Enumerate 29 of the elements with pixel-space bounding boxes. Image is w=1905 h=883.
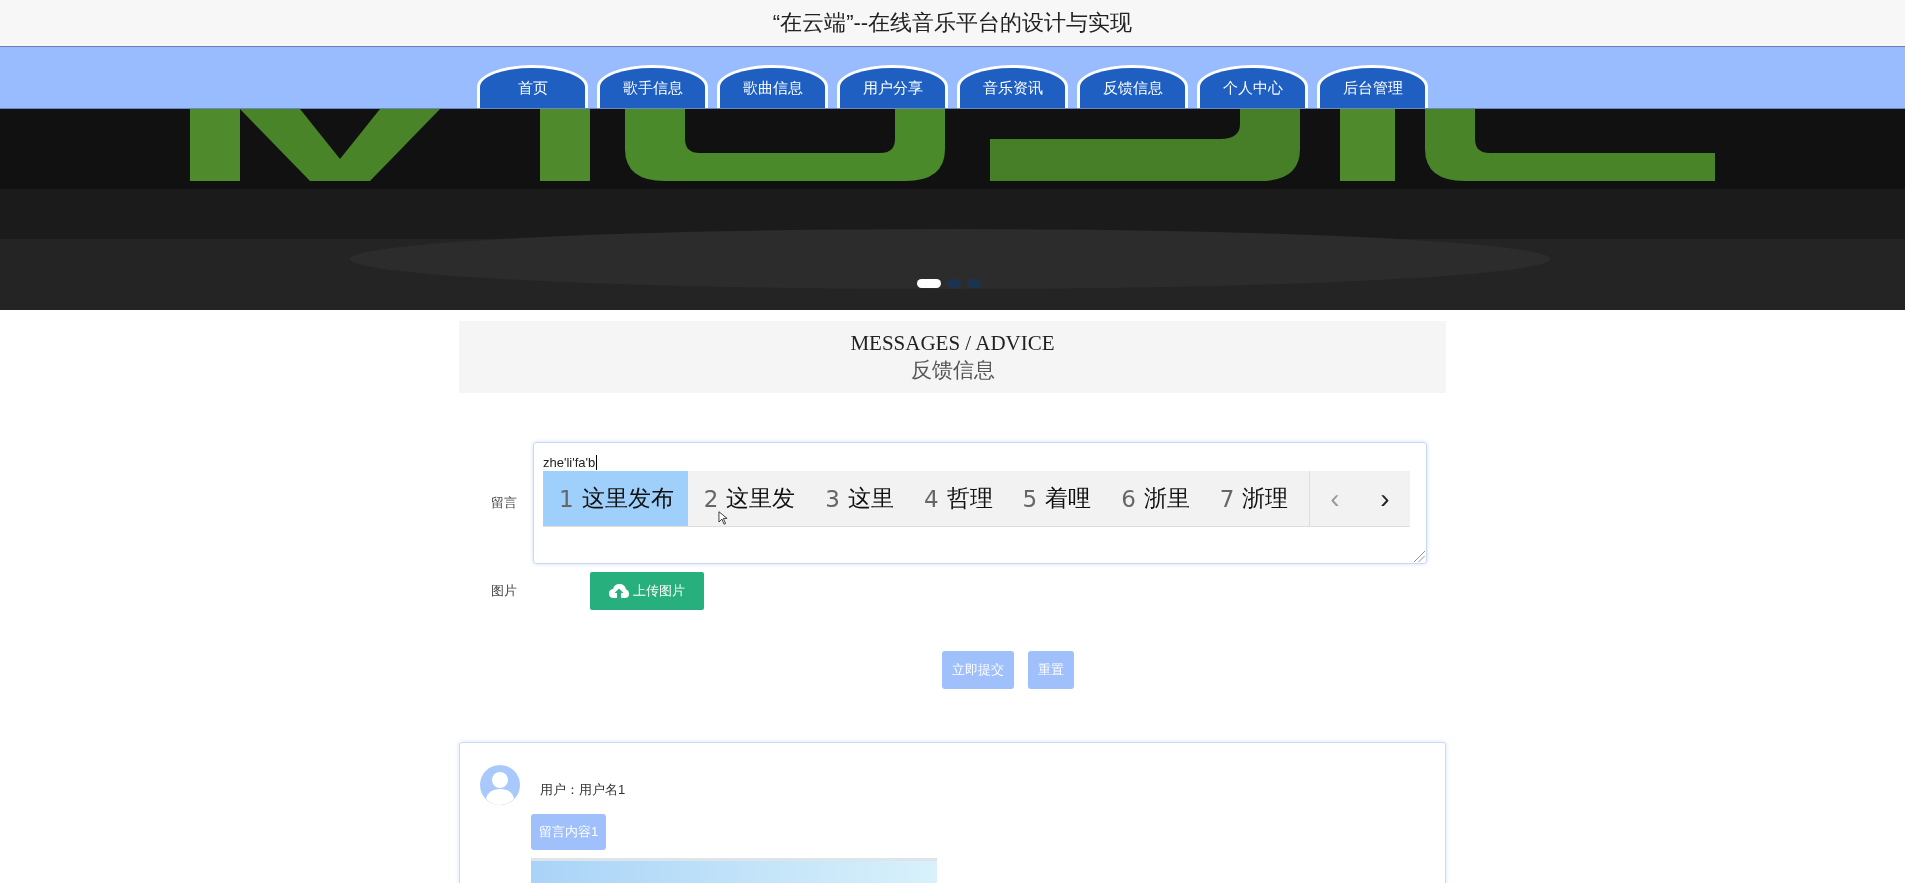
section-title: MESSAGES / ADVICE xyxy=(850,330,1055,356)
nav-tab[interactable]: 歌曲信息 xyxy=(717,65,828,108)
ime-candidate[interactable]: 2 这里发 xyxy=(687,471,810,526)
ime-candidate[interactable]: 4 哲理 xyxy=(907,471,1007,526)
next-page-button[interactable]: › xyxy=(1360,471,1410,526)
comment-user: 用户：用户名1 xyxy=(540,781,626,799)
avatar-icon xyxy=(480,765,520,805)
ime-candidate[interactable]: 1 这里发布 xyxy=(543,471,688,526)
section-subtitle: 反馈信息 xyxy=(910,356,995,383)
nav-tab[interactable]: 后台管理 xyxy=(1317,65,1428,108)
field-label: 留言 xyxy=(490,494,518,512)
resize-grip-icon xyxy=(1414,551,1425,562)
ime-candidate[interactable]: 3 这里 xyxy=(809,471,908,526)
site-title: “在云端”--在线音乐平台的设计与实现 xyxy=(772,9,1133,37)
comment-content: 留言内容1 xyxy=(531,814,607,850)
mouse-cursor-icon xyxy=(718,511,728,525)
nav-tab[interactable]: 用户分享 xyxy=(837,65,948,108)
nav-tab[interactable]: 歌手信息 xyxy=(597,65,708,108)
ime-candidate[interactable]: 5 着哩 xyxy=(1006,471,1106,526)
message-field[interactable]: zhe'li'fa'b 1 这里发布 2 这里发 3 这里 4 哲理 5 着哩 6 浙里 7 浙理 ‹ › xyxy=(533,442,1427,564)
nav-tab[interactable]: 音乐资讯 xyxy=(957,65,1068,108)
nav-tab[interactable]: 首页 xyxy=(477,65,588,108)
typed-text: zhe'li'fa'b xyxy=(543,455,598,470)
ime-candidate[interactable]: 6 浙里 xyxy=(1105,471,1204,526)
nav-tab[interactable]: 反馈信息 xyxy=(1077,65,1188,108)
nav-tab[interactable]: 个人中心 xyxy=(1197,65,1308,108)
ime-candidate[interactable]: 7 浙理 xyxy=(1203,471,1303,526)
cloud-upload-icon xyxy=(609,584,629,598)
field-label: 图片 xyxy=(490,582,518,600)
